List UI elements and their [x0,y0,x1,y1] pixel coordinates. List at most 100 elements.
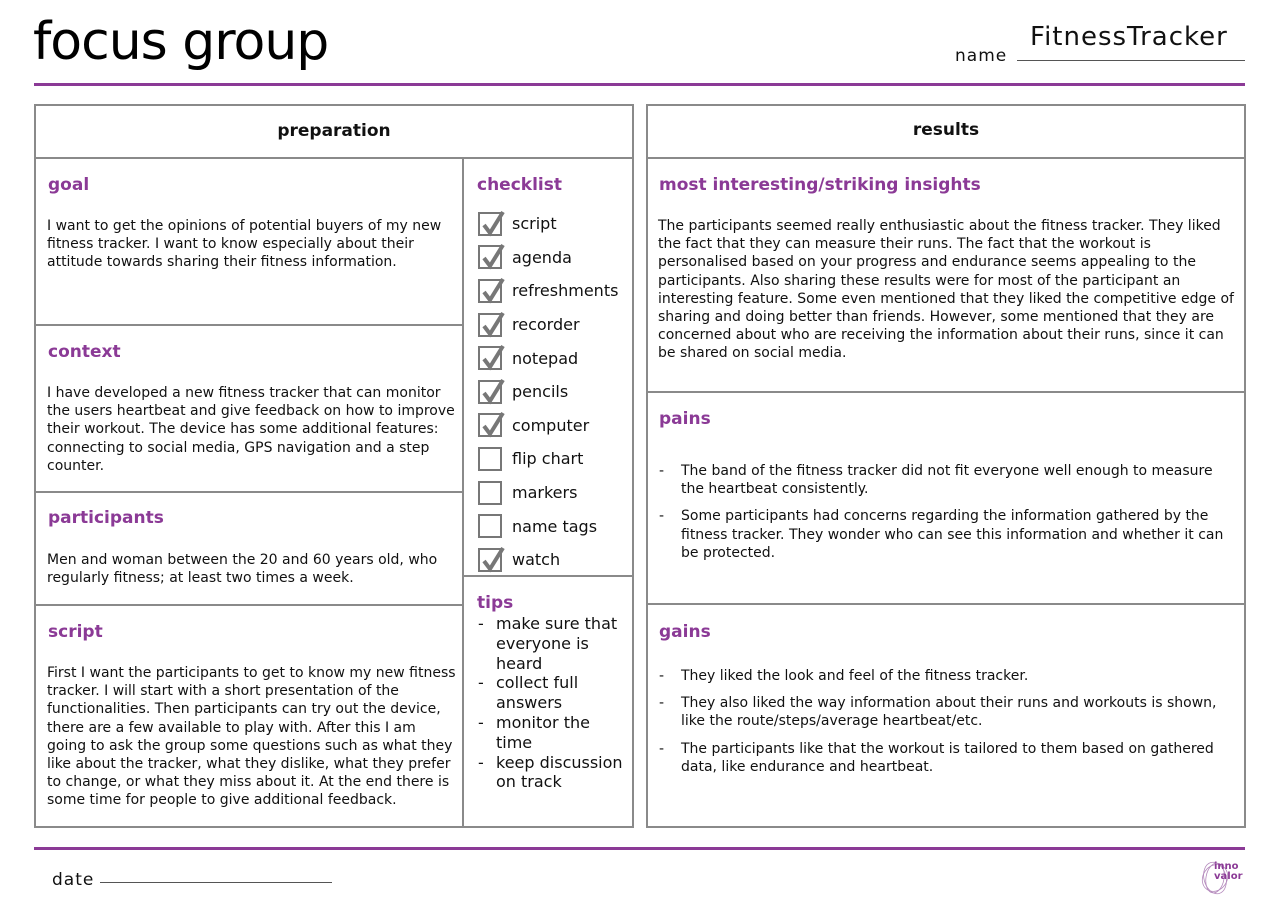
checkmark-icon [482,378,505,405]
checkmark-icon [482,277,505,304]
list-item: - make sure that everyone is heard [478,614,628,673]
date-label: date [52,870,95,890]
bullet-dash: - [478,712,484,732]
divider [34,604,463,606]
checkbox-checked[interactable] [478,210,505,237]
bullet-dash: - [659,695,665,712]
name-field[interactable]: FitnessTracker [1030,22,1228,52]
list-item-text: The participants like that the workout i… [681,740,1214,775]
divider [34,491,463,493]
checkbox-checked[interactable] [478,311,505,338]
tips-list: - make sure that everyone is heard - collec… [478,614,628,792]
checkbox-checked[interactable] [478,244,505,270]
bullet-dash: - [478,752,484,772]
bullet-dash: - [659,463,665,479]
list-item: - The participants like that the workout … [659,740,1234,776]
checklist-item: notepad [478,341,618,375]
checkmark-icon [482,244,505,270]
bullet-dash: - [478,614,484,633]
checkbox-unchecked[interactable] [478,446,502,471]
checklist-item-label: watch [512,550,561,570]
list-item-text: monitor the time [496,712,590,752]
checkbox-checked[interactable] [478,345,505,371]
checklist-item: markers [478,476,618,510]
goal-text[interactable]: I want to get the opinions of potential … [47,217,457,272]
checklist-item-label: notepad [512,348,579,368]
checklist-item: agenda [478,241,618,275]
preparation-title: preparation [277,121,391,141]
divider [646,603,1246,605]
name-label: name [955,46,1008,66]
bullet-dash: - [659,508,665,525]
checklist-item-label: pencils [512,382,569,402]
checklist: script agenda refreshments recorder notepad p… [478,207,618,577]
checkmark-icon [482,412,505,438]
divider [34,157,634,159]
list-item-text: make sure that everyone is heard [496,614,618,673]
checkbox-checked[interactable] [478,546,505,573]
checklist-item: refreshments [478,274,618,308]
checklist-item: flip chart [478,442,618,476]
header-divider [34,83,1245,86]
checkbox-checked[interactable] [478,378,505,405]
divider [646,157,1246,159]
insights-title: most interesting/striking insights [659,175,981,195]
script-text[interactable]: First I want the participants to get to … [47,664,459,810]
checklist-item: script [478,207,618,241]
list-item: - The band of the fitness tracker did not… [659,462,1234,498]
logo-text-line2: valor [1214,871,1243,882]
list-item-text: keep discussion on track [496,752,623,792]
checklist-item-label: recorder [512,315,580,335]
list-item: - They liked the look and feel of the fit… [659,667,1234,685]
checklist-item: pencils [478,375,618,409]
bullet-dash: - [478,673,484,693]
participants-text[interactable]: Men and woman between the 20 and 60 year… [47,551,457,587]
results-title: results [912,120,980,140]
checklist-item-label: markers [512,483,578,503]
list-item: - collect full answers [478,673,628,713]
checklist-item: watch [478,543,618,577]
checklist-item: name tags [478,509,618,543]
gains-title: gains [659,622,711,642]
checkbox-unchecked[interactable] [478,480,502,505]
list-item-text: The band of the fitness tracker did not … [681,463,1213,498]
checkmark-icon [482,345,505,371]
checkbox-checked[interactable] [478,412,505,438]
checklist-item-label: computer [512,415,590,435]
list-item: - keep discussion on track [478,753,628,793]
divider [646,391,1246,393]
checklist-item-label: name tags [512,516,598,536]
page-title: focus group [33,12,329,72]
checkmark-icon [482,311,505,338]
tips-title: tips [477,593,514,613]
context-title: context [48,342,121,362]
script-title: script [48,622,103,642]
checklist-item-label: flip chart [512,449,584,469]
checkmark-icon [482,210,505,237]
gains-list: - They liked the look and feel of the fit… [659,667,1234,785]
bullet-dash: - [659,668,665,684]
footer-divider [34,847,1245,850]
date-field[interactable] [100,882,332,883]
list-item-text: collect full answers [496,673,579,713]
list-item-text: They liked the look and feel of the fitn… [681,668,1029,684]
checkbox-unchecked[interactable] [478,514,502,539]
divider [34,324,463,326]
context-text[interactable]: I have developed a new fitness tracker t… [47,384,459,475]
innovalor-logo: inno valor [1200,858,1250,898]
checklist-item-label: refreshments [512,281,619,301]
list-item: - Some participants had concerns regardin… [659,507,1234,562]
pains-list: - The band of the fitness tracker did not… [659,462,1234,571]
list-item-text: They also liked the way information abou… [681,695,1217,730]
name-underline [1017,60,1245,61]
checklist-item-label: agenda [512,247,572,267]
checklist-item-label: script [512,214,557,234]
checkbox-checked[interactable] [478,277,505,304]
list-item: - They also liked the way information abo… [659,694,1234,730]
participants-title: participants [48,508,164,528]
insights-text[interactable]: The participants seemed really enthusias… [658,217,1238,363]
list-item: - monitor the time [478,713,628,753]
checklist-item: computer [478,409,618,443]
checklist-title: checklist [477,175,562,195]
goal-title: goal [48,175,90,195]
